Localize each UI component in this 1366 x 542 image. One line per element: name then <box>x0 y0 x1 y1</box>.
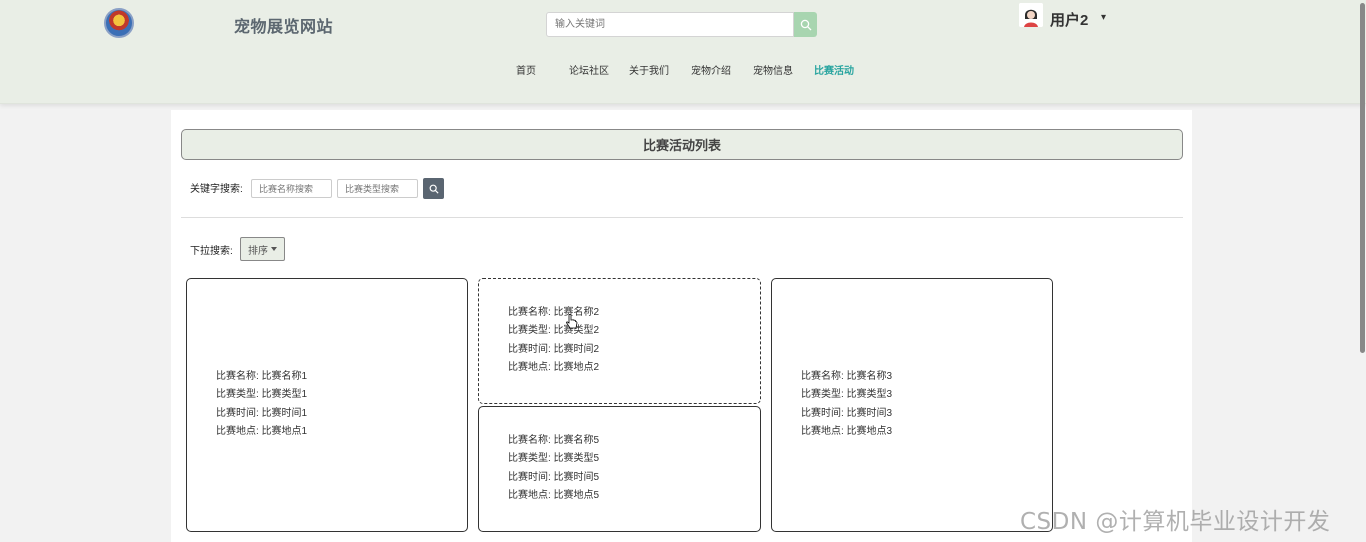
competition-card-1[interactable]: 比赛名称: 比赛名称1 比赛类型: 比赛类型1 比赛时间: 比赛时间1 比赛地点… <box>186 278 468 532</box>
site-logo-icon[interactable] <box>104 8 134 38</box>
competition-card-3[interactable]: 比赛名称: 比赛名称3 比赛类型: 比赛类型3 比赛时间: 比赛时间3 比赛地点… <box>771 278 1053 532</box>
card-details: 比赛名称: 比赛名称2 比赛类型: 比赛类型2 比赛时间: 比赛时间2 比赛地点… <box>508 304 599 377</box>
keyword-search-label: 关键字搜索: <box>190 184 243 195</box>
card-details: 比赛名称: 比赛名称5 比赛类型: 比赛类型5 比赛时间: 比赛时间5 比赛地点… <box>508 432 599 505</box>
nav-item-competitions[interactable]: 比赛活动 <box>814 62 854 77</box>
competition-card-5[interactable]: 比赛名称: 比赛名称5 比赛类型: 比赛类型5 比赛时间: 比赛时间5 比赛地点… <box>478 406 761 532</box>
page-title: 比赛活动列表 <box>642 138 721 153</box>
card-type: 比赛类型: 比赛类型3 <box>801 389 893 401</box>
card-name: 比赛名称: 比赛名称1 <box>216 371 308 382</box>
search-icon <box>800 19 811 30</box>
main-nav: 首页 论坛社区 关于我们 宠物介绍 宠物信息 比赛活动 <box>0 62 1366 78</box>
watermark: CSDN @计算机毕业设计开发 <box>1020 509 1331 535</box>
chevron-down-icon <box>271 247 277 251</box>
card-details: 比赛名称: 比赛名称1 比赛类型: 比赛类型1 比赛时间: 比赛时间1 比赛地点… <box>216 368 307 441</box>
page-scrollbar[interactable] <box>1358 0 1366 542</box>
card-time: 比赛时间: 比赛时间5 <box>508 471 600 483</box>
card-location: 比赛地点: 比赛地点3 <box>801 425 893 437</box>
card-location: 比赛地点: 比赛地点5 <box>508 489 600 501</box>
card-location: 比赛地点: 比赛地点2 <box>508 361 600 373</box>
competition-name-search-input[interactable] <box>251 179 332 198</box>
site-title[interactable]: 宠物展览网站 <box>234 13 333 37</box>
dropdown-search-label: 下拉搜索: <box>190 246 233 257</box>
divider <box>181 217 1183 218</box>
competition-card-2[interactable]: 比赛名称: 比赛名称2 比赛类型: 比赛类型2 比赛时间: 比赛时间2 比赛地点… <box>478 278 761 404</box>
nav-item-pet-intro[interactable]: 宠物介绍 <box>691 62 731 77</box>
keyword-search-button[interactable] <box>423 178 444 199</box>
nav-item-forum[interactable]: 论坛社区 <box>569 62 609 77</box>
nav-item-home[interactable]: 首页 <box>516 62 536 77</box>
card-type: 比赛类型: 比赛类型1 <box>216 389 308 401</box>
search-icon <box>429 184 439 194</box>
competition-type-search-input[interactable] <box>337 179 418 198</box>
scrollbar-thumb[interactable] <box>1360 3 1365 353</box>
sort-dropdown-button[interactable]: 排序 <box>240 237 285 261</box>
user-avatar-icon[interactable] <box>1019 3 1043 27</box>
card-type: 比赛类型: 比赛类型2 <box>508 325 600 337</box>
card-name: 比赛名称: 比赛名称2 <box>508 307 600 318</box>
card-name: 比赛名称: 比赛名称5 <box>508 435 600 446</box>
card-details: 比赛名称: 比赛名称3 比赛类型: 比赛类型3 比赛时间: 比赛时间3 比赛地点… <box>801 368 892 441</box>
nav-item-about[interactable]: 关于我们 <box>629 62 669 77</box>
sort-label: 排序 <box>248 245 268 257</box>
header-search-input[interactable] <box>546 12 794 37</box>
card-name: 比赛名称: 比赛名称3 <box>801 371 893 382</box>
list-title-bar: 比赛活动列表 <box>181 129 1183 160</box>
card-type: 比赛类型: 比赛类型5 <box>508 453 600 465</box>
card-time: 比赛时间: 比赛时间2 <box>508 343 600 355</box>
header-search <box>546 12 817 37</box>
card-time: 比赛时间: 比赛时间3 <box>801 407 893 419</box>
nav-item-pet-info[interactable]: 宠物信息 <box>753 62 793 77</box>
hand-pointer-icon <box>566 314 578 329</box>
username[interactable]: 用户2 <box>1050 9 1088 30</box>
site-header: 宠物展览网站 用户2 ▾ 首页 论坛社区 关于我们 宠物介绍 宠物信息 比赛活动 <box>0 0 1366 104</box>
card-time: 比赛时间: 比赛时间1 <box>216 407 308 419</box>
header-search-button[interactable] <box>794 12 817 37</box>
card-location: 比赛地点: 比赛地点1 <box>216 425 308 437</box>
user-menu-caret-icon[interactable]: ▾ <box>1101 12 1106 23</box>
